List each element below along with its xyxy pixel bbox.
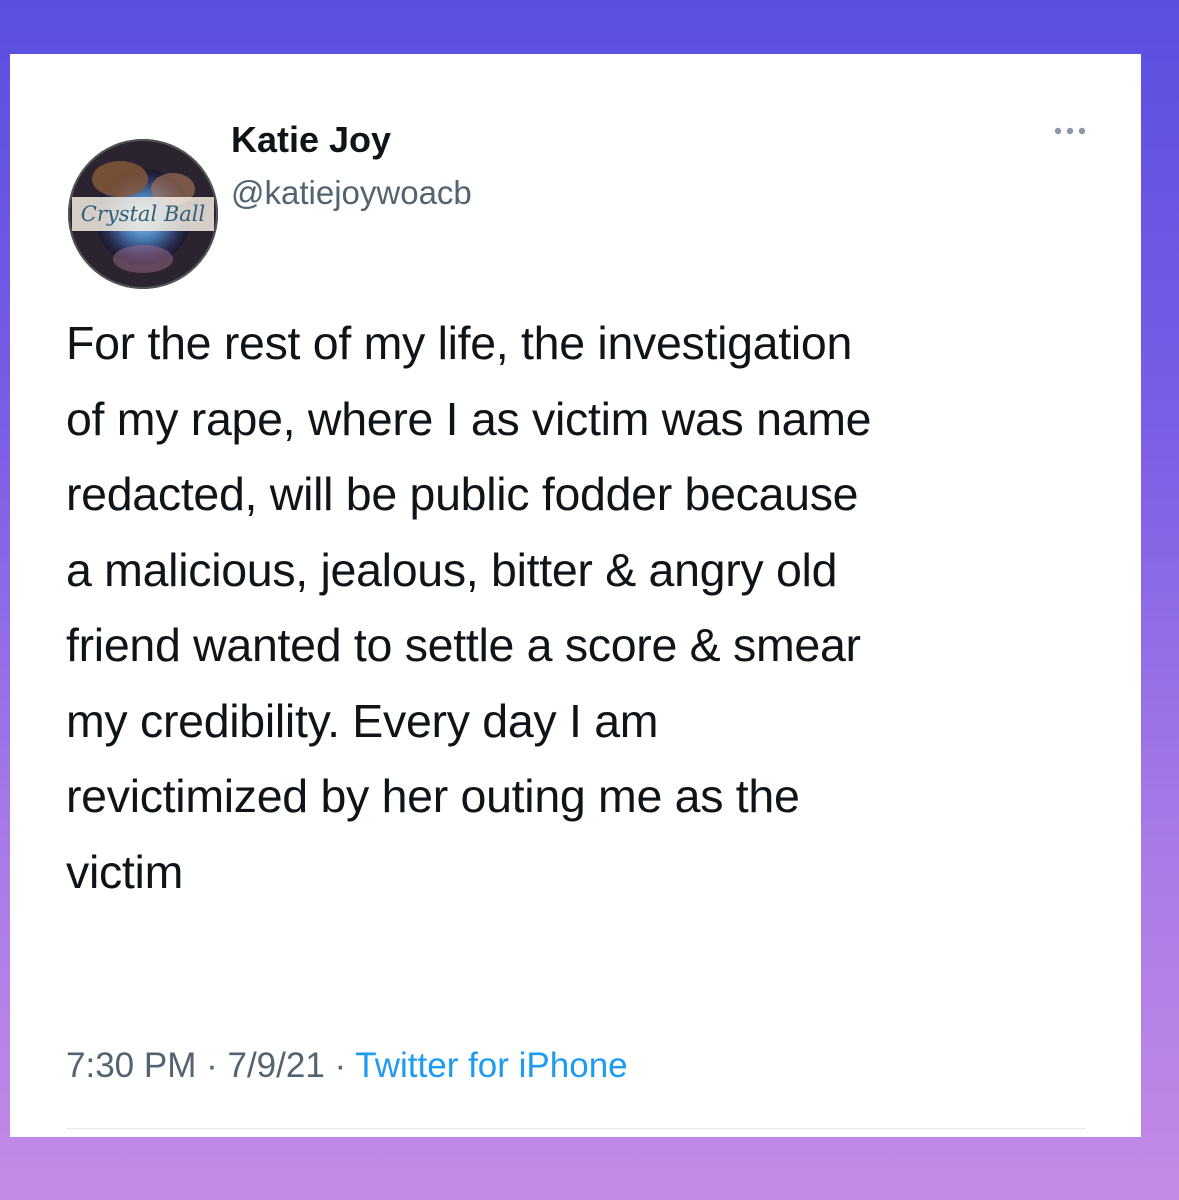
tweet-card: Crystal Ball Katie Joy @katiejoywoacb Fo…	[10, 54, 1141, 1137]
author-display-name[interactable]: Katie Joy	[231, 119, 391, 161]
more-dots-icon	[1054, 127, 1086, 135]
tweet-time[interactable]: 7:30 PM	[66, 1046, 196, 1085]
meta-separator: ·	[334, 1046, 347, 1085]
author-handle[interactable]: @katiejoywoacb	[231, 174, 472, 212]
avatar[interactable]: Crystal Ball	[68, 139, 218, 289]
more-options-button[interactable]	[1046, 116, 1102, 146]
tweet-meta: 7:30 PM · 7/9/21 · Twitter for iPhone	[66, 1046, 628, 1086]
tweet-source-link[interactable]: Twitter for iPhone	[355, 1046, 627, 1085]
crystal-ball-logo-icon: Crystal Ball	[68, 139, 218, 289]
tweet-text: For the rest of my life, the investigati…	[66, 317, 872, 898]
divider	[66, 1128, 1086, 1129]
svg-text:Crystal Ball: Crystal Ball	[81, 202, 205, 226]
meta-separator: ·	[206, 1046, 218, 1085]
tweet-date[interactable]: 7/9/21	[227, 1046, 324, 1085]
